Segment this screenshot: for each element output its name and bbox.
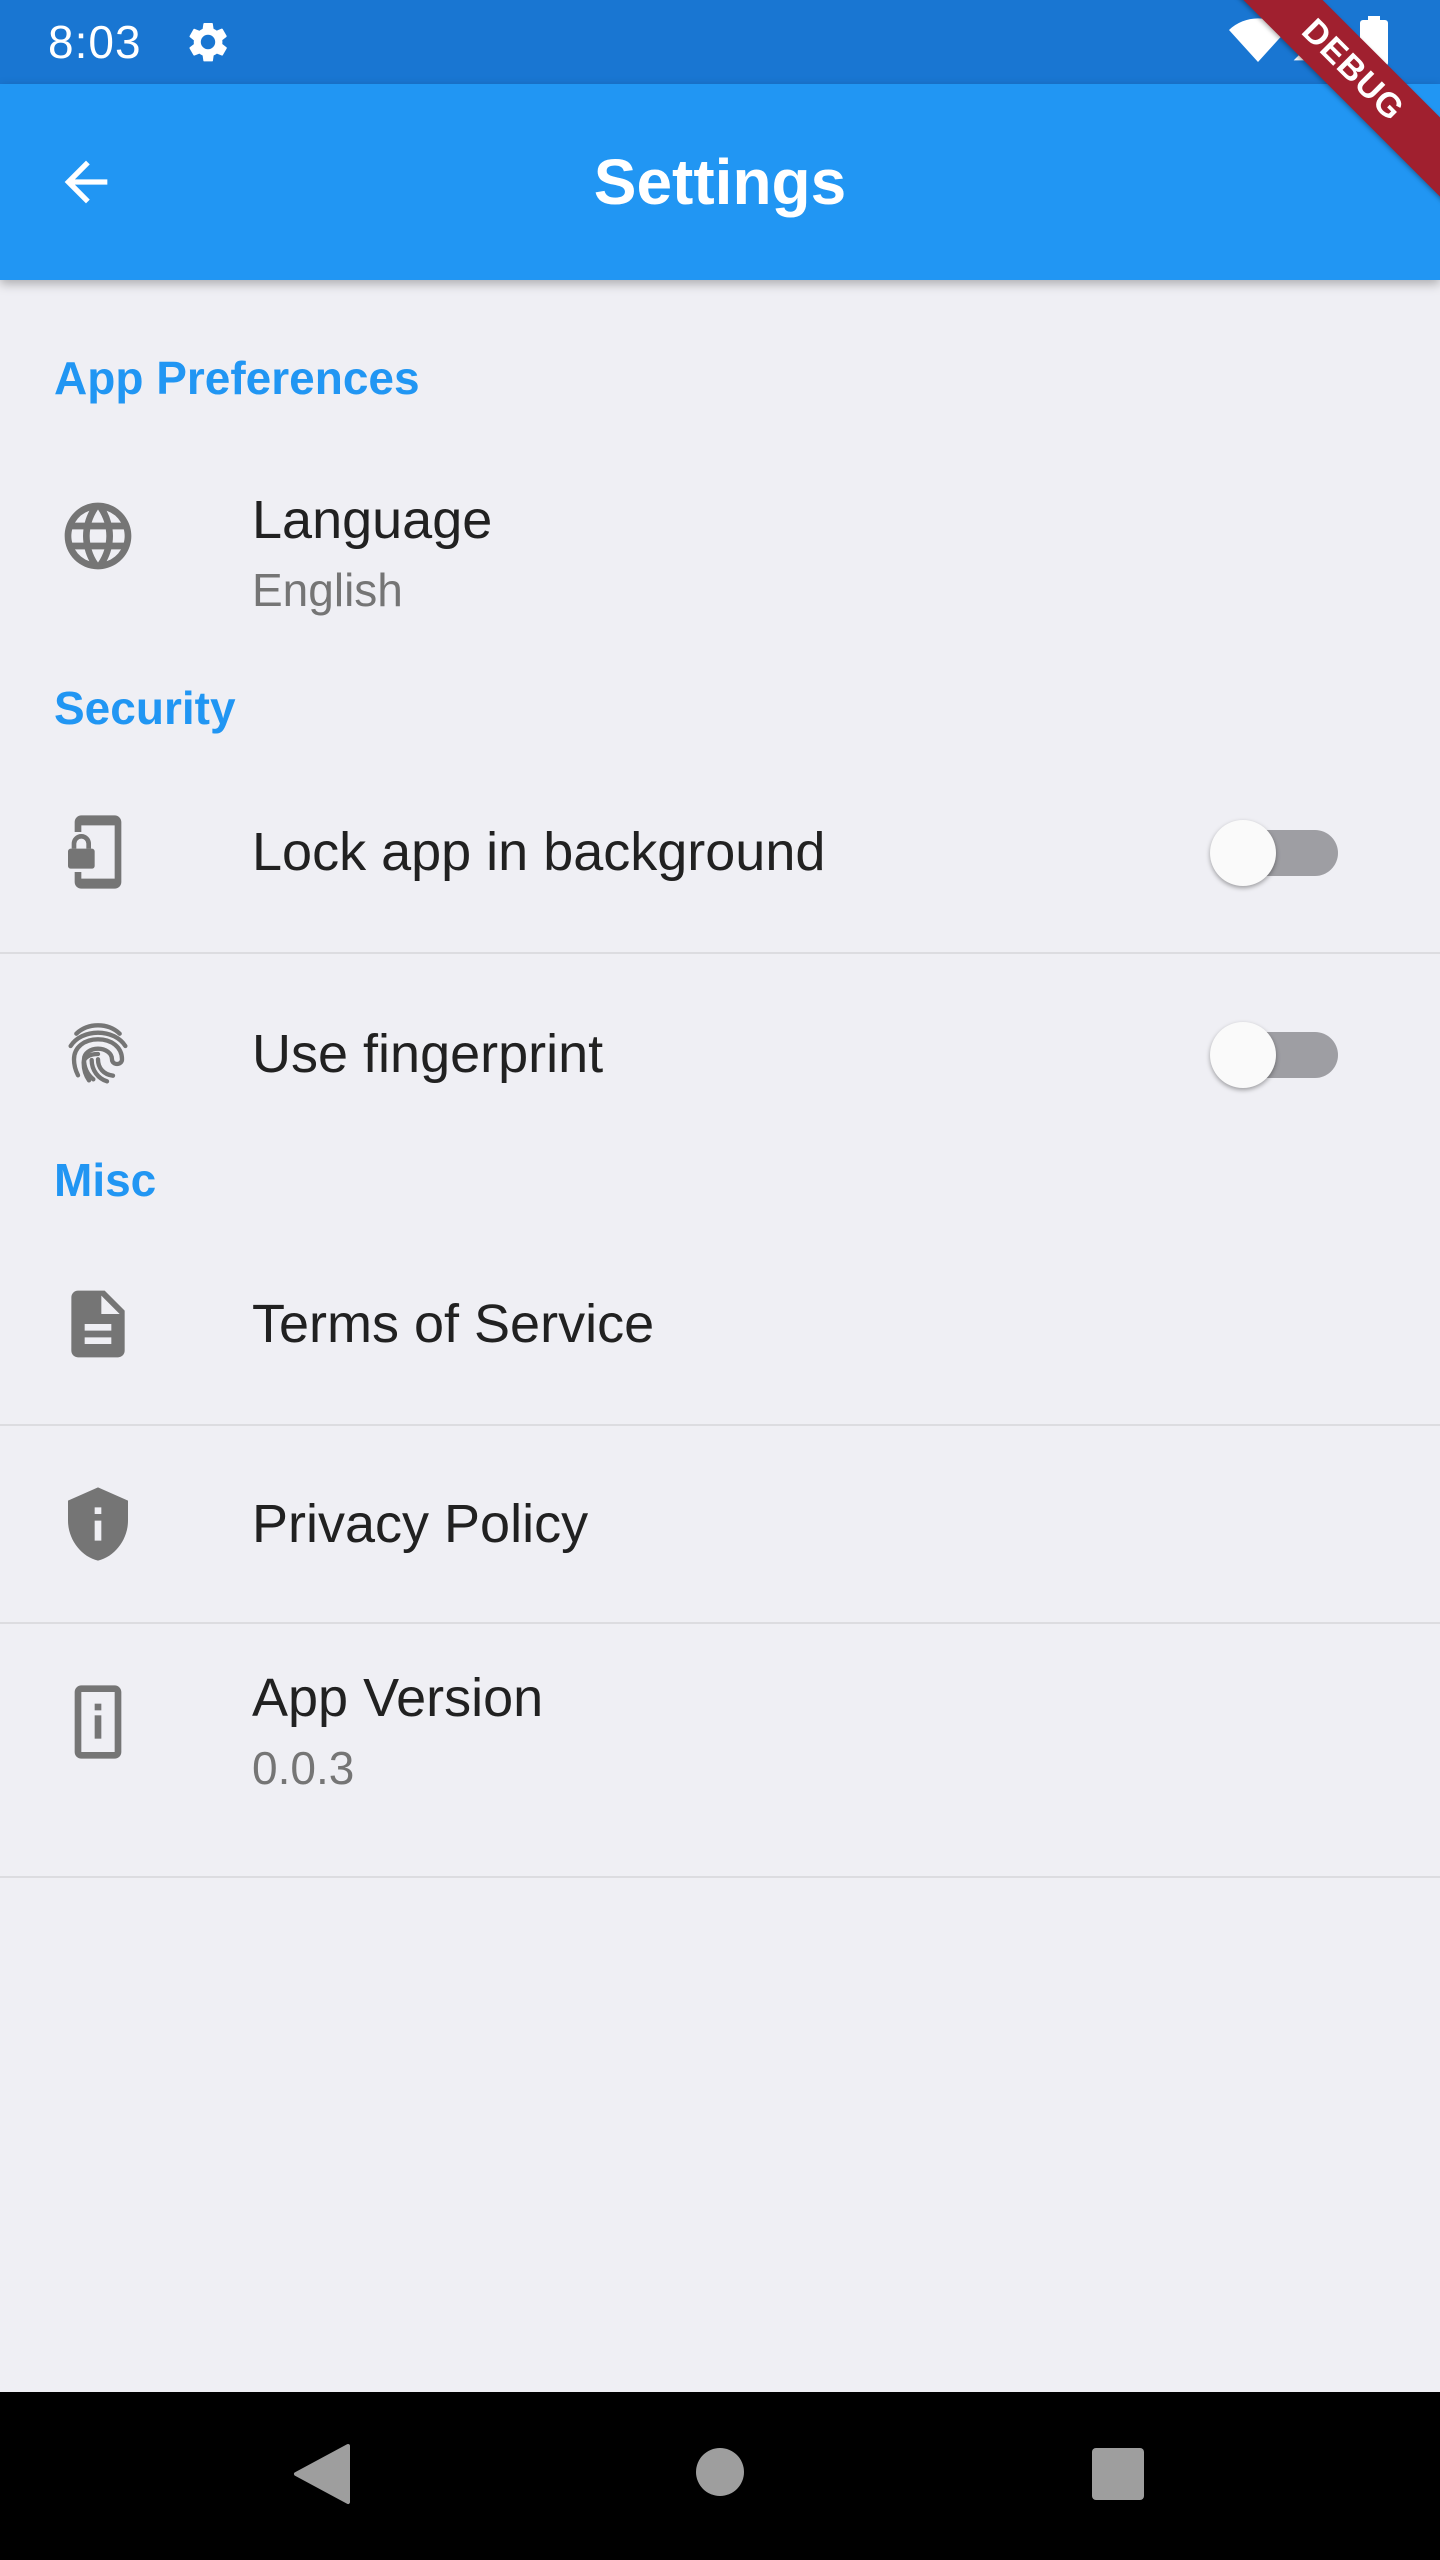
nav-recents-icon[interactable] bbox=[1090, 2446, 1146, 2502]
gear-icon bbox=[189, 22, 227, 62]
battery-icon bbox=[1360, 16, 1388, 66]
setting-privacy-title: Privacy Policy bbox=[252, 1494, 589, 1554]
page-title: Settings bbox=[593, 146, 847, 218]
signal-icon bbox=[1293, 23, 1331, 61]
section-header-security: Security bbox=[54, 682, 236, 734]
info-phone-icon bbox=[58, 1682, 138, 1762]
setting-app-version-title: App Version bbox=[252, 1668, 544, 1728]
section-header-app-preferences: App Preferences bbox=[54, 352, 420, 404]
setting-fingerprint-title: Use fingerprint bbox=[252, 1024, 604, 1084]
wifi-icon bbox=[1229, 18, 1287, 62]
setting-lock-app[interactable]: Lock app in background bbox=[0, 752, 1440, 954]
setting-language[interactable]: Language English bbox=[0, 452, 1440, 642]
fingerprint-icon bbox=[58, 1012, 138, 1092]
setting-language-title: Language bbox=[252, 490, 493, 550]
toggle-thumb bbox=[1210, 1022, 1276, 1088]
nav-back-icon[interactable] bbox=[292, 2442, 352, 2506]
setting-lock-app-title: Lock app in background bbox=[252, 822, 826, 882]
setting-language-value: English bbox=[252, 564, 403, 616]
setting-terms[interactable]: Terms of Service bbox=[0, 1224, 1440, 1426]
nav-home-icon[interactable] bbox=[694, 2446, 746, 2498]
document-icon bbox=[58, 1284, 138, 1364]
section-header-misc: Misc bbox=[54, 1154, 157, 1206]
setting-privacy[interactable]: Privacy Policy bbox=[0, 1426, 1440, 1624]
setting-app-version[interactable]: App Version 0.0.3 bbox=[0, 1624, 1440, 1878]
globe-icon bbox=[58, 496, 138, 576]
toggle-thumb bbox=[1210, 820, 1276, 886]
fingerprint-toggle[interactable] bbox=[1208, 1018, 1340, 1090]
phone-lock-icon bbox=[58, 812, 138, 892]
status-bar: 8:03 bbox=[0, 0, 1440, 84]
app-bar: Settings bbox=[0, 84, 1440, 280]
setting-app-version-value: 0.0.3 bbox=[252, 1742, 355, 1794]
setting-fingerprint[interactable]: Use fingerprint bbox=[0, 954, 1440, 1152]
lock-app-toggle[interactable] bbox=[1208, 816, 1340, 888]
shield-info-icon bbox=[58, 1484, 138, 1564]
setting-terms-title: Terms of Service bbox=[252, 1294, 655, 1354]
status-time: 8:03 bbox=[48, 16, 142, 68]
system-nav-bar bbox=[0, 2392, 1440, 2560]
